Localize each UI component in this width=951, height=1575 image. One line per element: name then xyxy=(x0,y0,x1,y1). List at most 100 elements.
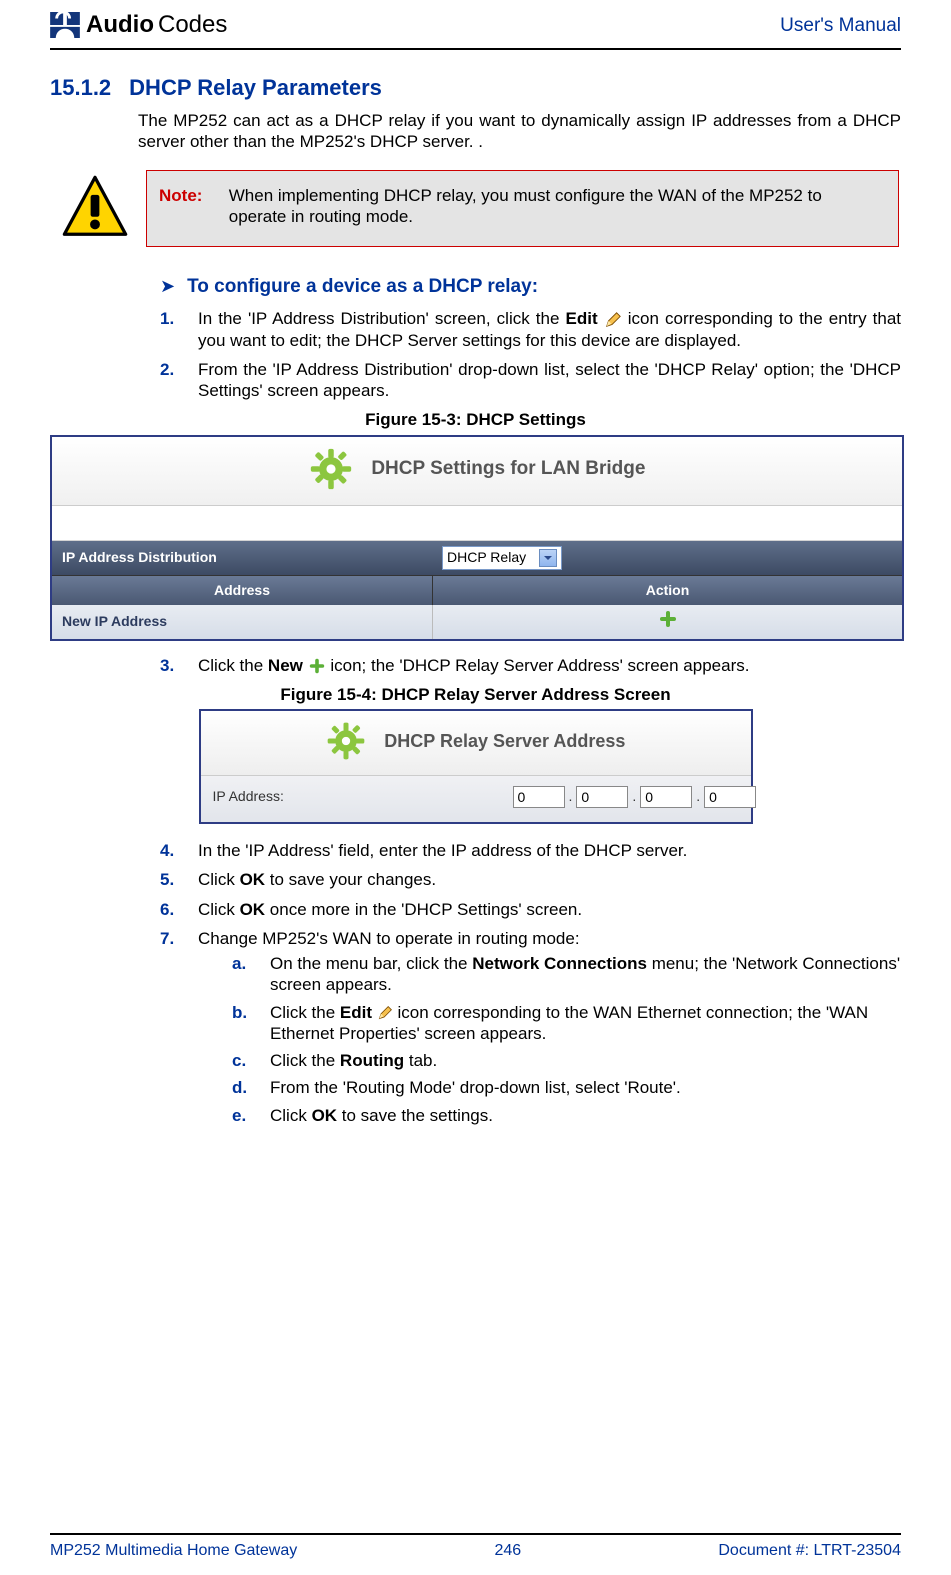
step-6-bold: OK xyxy=(240,900,266,919)
step-5-bold: OK xyxy=(240,870,266,889)
brand-name-light: Codes xyxy=(158,10,227,40)
sub-e-pre: Click xyxy=(270,1106,312,1125)
figure-dhcp-settings: DHCP Settings for LAN Bridge IP Address … xyxy=(50,435,904,641)
chevron-down-icon xyxy=(539,549,557,567)
new-ip-row: New IP Address xyxy=(52,605,902,639)
gear-icon xyxy=(309,447,353,491)
step-number: 6. xyxy=(160,899,180,920)
col-action: Action xyxy=(433,576,902,606)
figure-dhcp-relay-address: DHCP Relay Server Address IP Address: . … xyxy=(199,709,753,824)
footer-left: MP252 Multimedia Home Gateway xyxy=(50,1541,297,1561)
step-3-bold: New xyxy=(268,656,303,675)
sub-e-bold: OK xyxy=(312,1106,338,1125)
ip-octet-3[interactable] xyxy=(640,786,692,808)
step-3: 3. Click the New icon; the 'DHCP Relay S… xyxy=(160,655,901,676)
add-plus-icon[interactable] xyxy=(658,609,678,629)
col-address: Address xyxy=(52,576,433,606)
note-box: Note: When implementing DHCP relay, you … xyxy=(146,170,899,247)
ip-dot: . xyxy=(565,788,577,806)
figure-1-caption: Figure 15-3: DHCP Settings xyxy=(50,409,901,430)
step-3-pre: Click the xyxy=(198,656,268,675)
section-title: DHCP Relay Parameters xyxy=(129,74,382,102)
add-plus-icon xyxy=(308,657,326,675)
substep-e: e. Click OK to save the settings. xyxy=(232,1105,901,1126)
brand-name-bold: Audio xyxy=(86,10,154,40)
substep-b: b. Click the Edit icon corresponding to … xyxy=(232,1002,901,1045)
step-3-post: icon; the 'DHCP Relay Server Address' sc… xyxy=(330,656,749,675)
sub-a-pre: On the menu bar, click the xyxy=(270,954,472,973)
ip-address-field: . . . xyxy=(513,786,757,808)
dropdown-selected-value: DHCP Relay xyxy=(447,549,526,567)
step-4: 4. In the 'IP Address' field, enter the … xyxy=(160,840,901,861)
step-5-pre: Click xyxy=(198,870,240,889)
ip-address-label: IP Address: xyxy=(213,788,513,806)
ip-dot: . xyxy=(692,788,704,806)
substep-letter: b. xyxy=(232,1002,252,1045)
ip-octet-1[interactable] xyxy=(513,786,565,808)
note-label: Note: xyxy=(159,185,214,206)
arrow-right-icon: ➤ xyxy=(160,275,175,298)
step-7: 7. Change MP252's WAN to operate in rout… xyxy=(160,928,901,1132)
step-number: 5. xyxy=(160,869,180,890)
substep-letter: a. xyxy=(232,953,252,996)
section-heading: 15.1.2 DHCP Relay Parameters xyxy=(50,74,901,102)
step-6: 6. Click OK once more in the 'DHCP Setti… xyxy=(160,899,901,920)
step-1-bold: Edit xyxy=(566,309,598,328)
step-2-body: From the 'IP Address Distribution' drop-… xyxy=(198,359,901,402)
substep-a: a. On the menu bar, click the Network Co… xyxy=(232,953,901,996)
substep-c: c. Click the Routing tab. xyxy=(232,1050,901,1071)
sub-c-post: tab. xyxy=(404,1051,437,1070)
edit-pencil-icon xyxy=(604,311,622,329)
header-doc-type: User's Manual xyxy=(780,14,901,38)
substep-letter: e. xyxy=(232,1105,252,1126)
sub-b-pre: Click the xyxy=(270,1003,340,1022)
step-5-post: to save your changes. xyxy=(265,870,436,889)
edit-pencil-icon xyxy=(377,1005,393,1021)
step-1-pre: In the 'IP Address Distribution' screen,… xyxy=(198,309,566,328)
sub-c-pre: Click the xyxy=(270,1051,340,1070)
substep-letter: c. xyxy=(232,1050,252,1071)
sub-d-body: From the 'Routing Mode' drop-down list, … xyxy=(270,1077,901,1098)
ip-dot: . xyxy=(628,788,640,806)
footer-page-number: 246 xyxy=(494,1541,521,1561)
new-ip-label: New IP Address xyxy=(52,605,433,639)
intro-paragraph: The MP252 can act as a DHCP relay if you… xyxy=(138,110,901,153)
sub-b-bold: Edit xyxy=(340,1003,372,1022)
procedure-title: To configure a device as a DHCP relay: xyxy=(187,275,538,299)
step-2: 2. From the 'IP Address Distribution' dr… xyxy=(160,359,901,402)
step-6-post: once more in the 'DHCP Settings' screen. xyxy=(265,900,582,919)
sub-c-bold: Routing xyxy=(340,1051,404,1070)
substep-d: d. From the 'Routing Mode' drop-down lis… xyxy=(232,1077,901,1098)
step-4-body: In the 'IP Address' field, enter the IP … xyxy=(198,840,901,861)
ip-distribution-row: IP Address Distribution DHCP Relay xyxy=(52,541,902,575)
figure-1-title: DHCP Settings for LAN Bridge xyxy=(371,458,645,479)
page-header: AudioCodes User's Manual xyxy=(50,10,901,50)
step-7-body: Change MP252's WAN to operate in routing… xyxy=(198,929,580,948)
ip-distribution-dropdown[interactable]: DHCP Relay xyxy=(442,546,562,570)
page-footer: MP252 Multimedia Home Gateway 246 Docume… xyxy=(50,1533,901,1561)
step-6-pre: Click xyxy=(198,900,240,919)
figure-2-caption: Figure 15-4: DHCP Relay Server Address S… xyxy=(50,684,901,705)
sub-e-post: to save the settings. xyxy=(337,1106,493,1125)
table-header-row: Address Action xyxy=(52,575,902,606)
note-block: Note: When implementing DHCP relay, you … xyxy=(60,170,901,247)
step-number: 2. xyxy=(160,359,180,402)
step-number: 7. xyxy=(160,928,180,1132)
step-5: 5. Click OK to save your changes. xyxy=(160,869,901,890)
warning-icon xyxy=(60,170,130,247)
ip-distribution-label: IP Address Distribution xyxy=(52,541,432,575)
footer-right: Document #: LTRT-23504 xyxy=(718,1541,901,1561)
audiocodes-mark-icon xyxy=(50,12,80,38)
procedure-heading: ➤ To configure a device as a DHCP relay: xyxy=(160,275,901,299)
figure-2-title: DHCP Relay Server Address xyxy=(384,731,625,751)
step-number: 1. xyxy=(160,308,180,351)
ip-octet-2[interactable] xyxy=(576,786,628,808)
step-number: 3. xyxy=(160,655,180,676)
step-number: 4. xyxy=(160,840,180,861)
brand-logo: AudioCodes xyxy=(50,10,227,40)
substep-letter: d. xyxy=(232,1077,252,1098)
note-body: When implementing DHCP relay, you must c… xyxy=(229,185,881,228)
step-1: 1. In the 'IP Address Distribution' scre… xyxy=(160,308,901,351)
ip-octet-4[interactable] xyxy=(704,786,756,808)
sub-a-bold: Network Connections xyxy=(472,954,647,973)
